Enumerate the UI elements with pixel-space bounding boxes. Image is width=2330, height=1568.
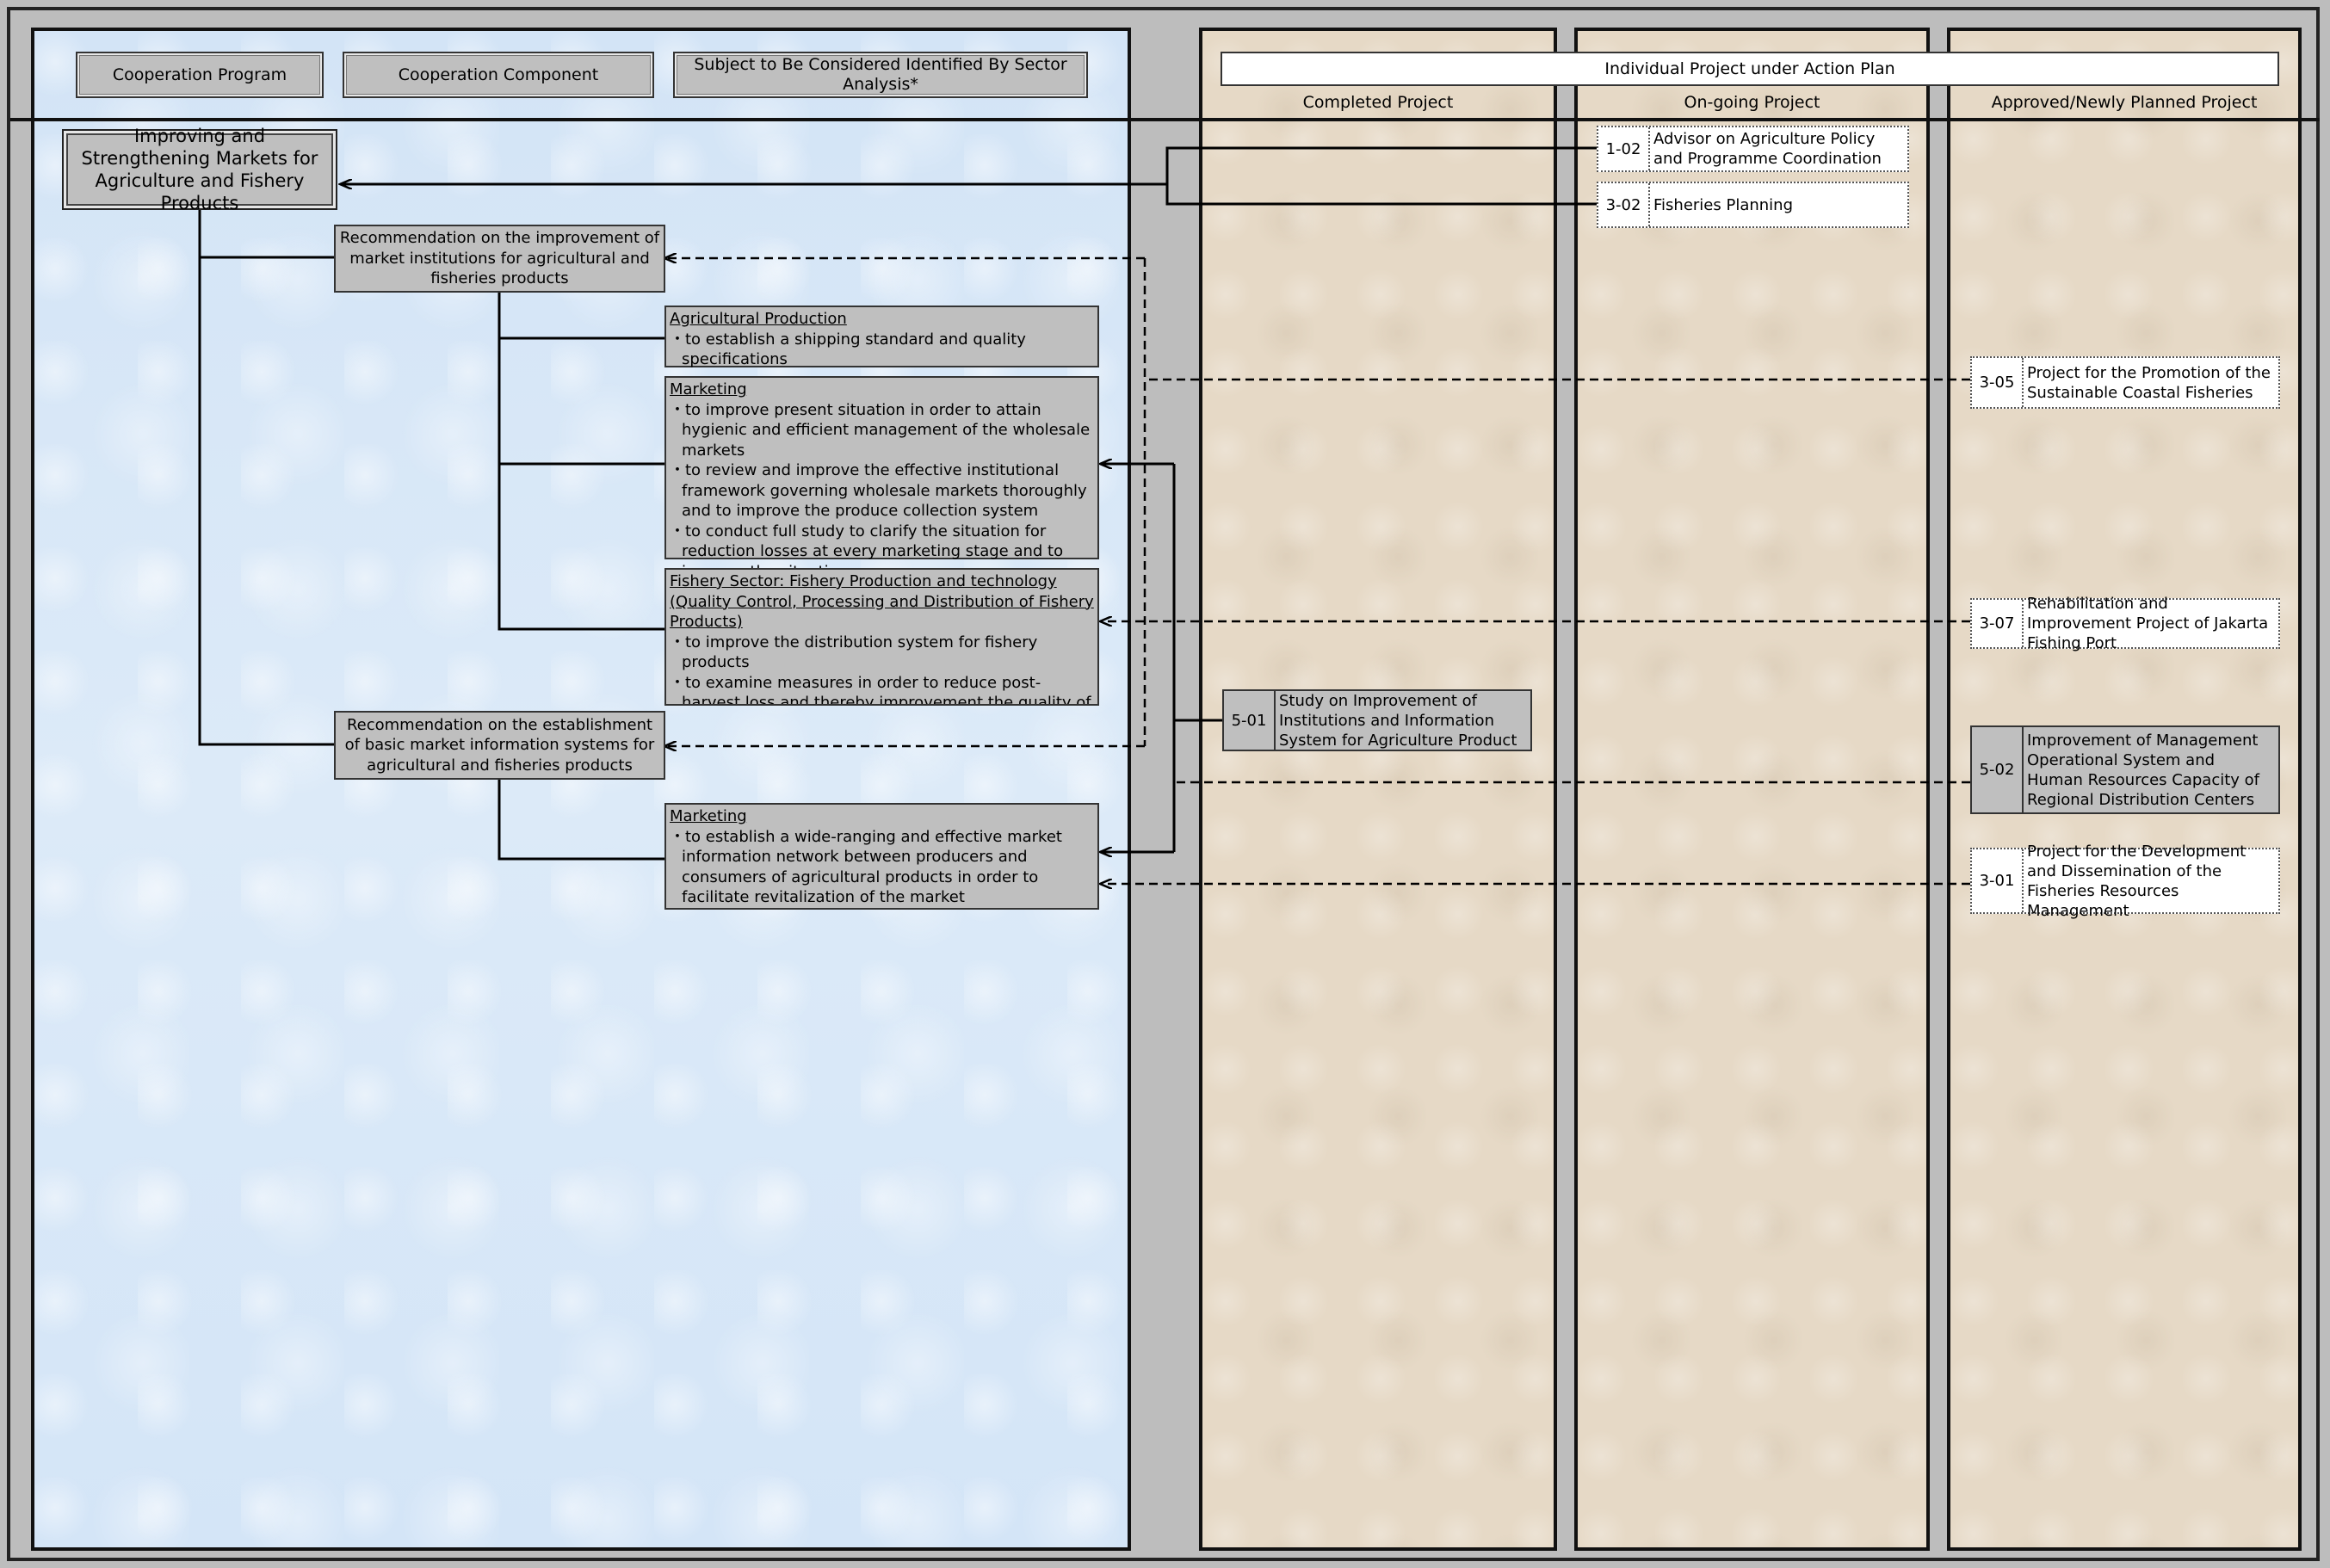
project-code: 3-02 bbox=[1598, 183, 1650, 226]
subject-item: ・to improve present situation in order t… bbox=[670, 400, 1091, 460]
subject-title: Marketing bbox=[670, 380, 747, 398]
subject-item: ・to establish a wide-ranging and effecti… bbox=[670, 827, 1062, 907]
subject-title: Marketing bbox=[670, 807, 747, 825]
project-code: 5-02 bbox=[1972, 727, 2024, 812]
project-3-02: 3-02 Fisheries Planning bbox=[1597, 182, 1909, 228]
subject-title: Agricultural Production bbox=[670, 310, 847, 328]
subject-marketing-2: Marketing ・to establish a wide-ranging a… bbox=[664, 803, 1099, 910]
project-code: 5-01 bbox=[1224, 691, 1276, 750]
subject-item: ・to establish a shipping standard and qu… bbox=[670, 330, 1026, 369]
project-3-07: 3-07 Rehabilitation and Improvement Proj… bbox=[1970, 595, 2280, 652]
project-name: Advisor on Agriculture Policy and Progra… bbox=[1653, 130, 1882, 168]
project-name: Improvement of Management Operational Sy… bbox=[2027, 731, 2260, 809]
project-3-01: 3-01 Project for the Development and Dis… bbox=[1970, 842, 2280, 920]
project-code: 3-05 bbox=[1972, 358, 2024, 407]
subject-item: ・to improve the distribution system for … bbox=[670, 633, 1038, 672]
project-name: Project for the Promotion of the Sustain… bbox=[2027, 363, 2271, 402]
subject-item: ・to review and improve the effective ins… bbox=[670, 461, 1087, 520]
cooperation-program-box: Improving and Strengthening Markets for … bbox=[62, 126, 337, 213]
subject-agricultural-production: Agricultural Production ・to establish a … bbox=[664, 306, 1099, 369]
project-code: 1-02 bbox=[1598, 127, 1650, 170]
project-code: 3-07 bbox=[1972, 600, 2024, 647]
subject-item: ・to examine measures in order to reduce … bbox=[670, 673, 1091, 706]
project-3-05: 3-05 Project for the Promotion of the Su… bbox=[1970, 356, 2280, 409]
subject-title: Fishery Sector: Fishery Production and t… bbox=[670, 572, 1094, 631]
project-5-02: 5-02 Improvement of Management Operation… bbox=[1970, 725, 2280, 814]
project-name: Project for the Development and Dissemin… bbox=[2027, 842, 2247, 920]
component-market-information: Recommendation on the establishment of b… bbox=[334, 711, 665, 780]
subject-fishery-sector: Fishery Sector: Fishery Production and t… bbox=[664, 568, 1099, 706]
project-code: 3-01 bbox=[1972, 849, 2024, 912]
project-name: Fisheries Planning bbox=[1653, 195, 1794, 214]
project-1-02: 1-02 Advisor on Agriculture Policy and P… bbox=[1597, 126, 1909, 172]
subject-marketing-1: Marketing ・to improve present situation … bbox=[664, 376, 1099, 581]
component-market-institutions: Recommendation on the improvement of mar… bbox=[334, 225, 665, 293]
project-5-01: 5-01 Study on Improvement of Institution… bbox=[1222, 689, 1532, 751]
project-name: Rehabilitation and Improvement Project o… bbox=[2027, 595, 2269, 652]
project-name: Study on Improvement of Institutions and… bbox=[1279, 691, 1517, 750]
